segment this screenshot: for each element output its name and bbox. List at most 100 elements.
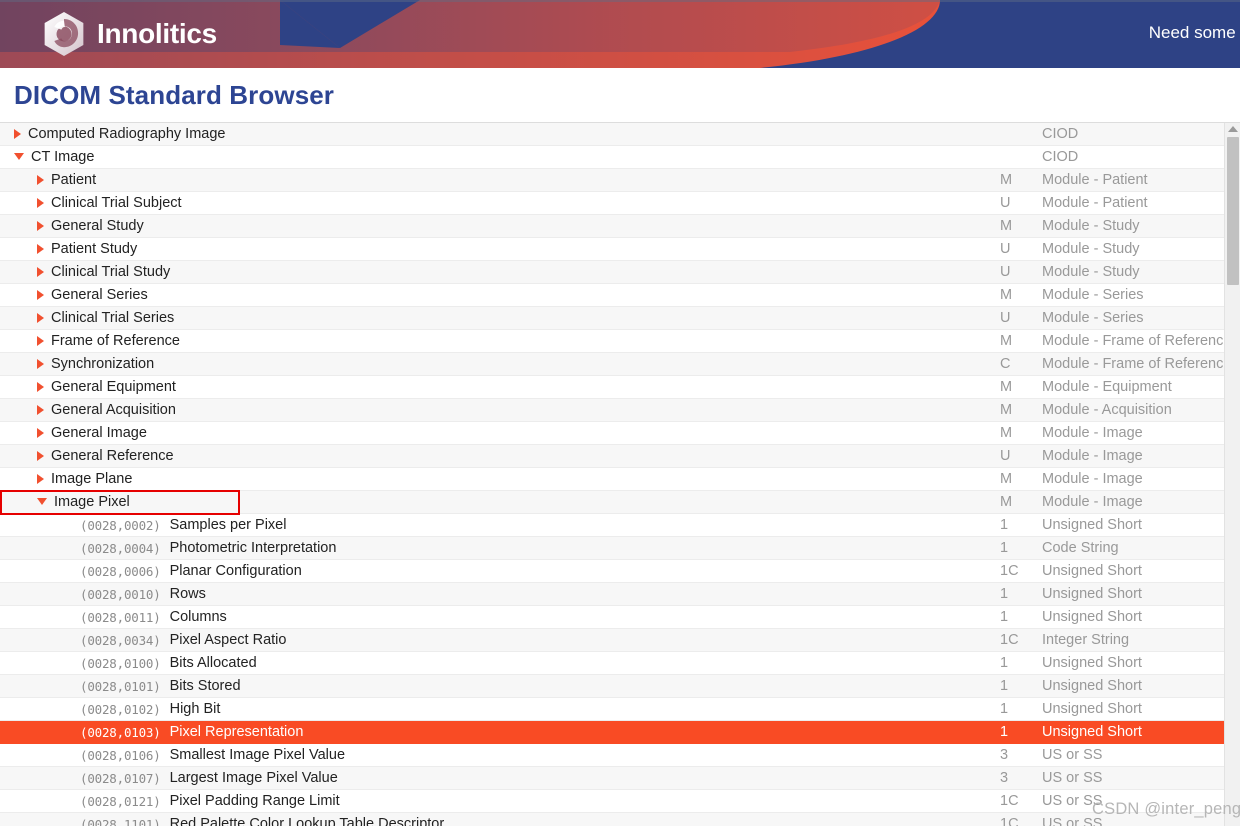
row-label: Largest Image Pixel Value	[169, 770, 338, 786]
row-type-cell: Module - Image	[1032, 490, 1224, 514]
row-usage-cell: M	[1000, 467, 1032, 491]
table-row[interactable]: General Acquisition M Module - Acquisition	[0, 398, 1224, 422]
row-usage-cell: C	[1000, 352, 1032, 376]
table-row[interactable]: Image Pixel M Module - Image	[0, 490, 1224, 514]
table-row[interactable]: Clinical Trial Study U Module - Study	[0, 260, 1224, 284]
row-usage-cell: 1C	[1000, 559, 1032, 583]
row-name-cell: Image Pixel	[0, 490, 1000, 514]
chevron-right-icon[interactable]	[37, 405, 44, 415]
row-usage-cell	[1000, 123, 1032, 146]
dicom-tag: (0028,0011)	[80, 609, 161, 625]
dicom-tree-body: Computed Radiography Image CIOD CT Image CI…	[0, 123, 1224, 826]
dicom-tag: (0028,0006)	[80, 563, 161, 579]
table-row[interactable]: (0028,0004) Photometric Interpretation 1 Co…	[0, 536, 1224, 560]
chevron-right-icon[interactable]	[37, 198, 44, 208]
chevron-right-icon[interactable]	[37, 359, 44, 369]
row-name-cell: General Image	[0, 421, 1000, 445]
chevron-right-icon[interactable]	[37, 221, 44, 231]
row-label: Computed Radiography Image	[28, 126, 226, 142]
chevron-down-icon[interactable]	[37, 498, 47, 505]
table-row[interactable]: CT Image CIOD	[0, 145, 1224, 169]
table-row[interactable]: (0028,0106) Smallest Image Pixel Value 3 US…	[0, 743, 1224, 767]
table-row[interactable]: (0028,0121) Pixel Padding Range Limit 1C US…	[0, 789, 1224, 813]
usage-value: 1	[1000, 701, 1009, 717]
table-row[interactable]: Synchronization C Module - Frame of Refere…	[0, 352, 1224, 376]
row-type-cell: Unsigned Short	[1032, 651, 1224, 675]
dicom-tree-container[interactable]: Computed Radiography Image CIOD CT Image CI…	[0, 123, 1240, 826]
table-row[interactable]: Frame of Reference M Module - Frame of Ref…	[0, 329, 1224, 353]
table-row[interactable]: Patient M Module - Patient	[0, 168, 1224, 192]
type-value: Unsigned Short	[1042, 517, 1142, 533]
table-row[interactable]: (0028,0002) Samples per Pixel 1 Unsigned Sh…	[0, 513, 1224, 537]
table-row[interactable]: Image Plane M Module - Image	[0, 467, 1224, 491]
table-row[interactable]: General Image M Module - Image	[0, 421, 1224, 445]
chevron-right-icon[interactable]	[37, 175, 44, 185]
row-type-cell: Module - Study	[1032, 214, 1224, 238]
row-name-cell: (0028,0034) Pixel Aspect Ratio	[0, 628, 1000, 652]
vertical-scrollbar[interactable]	[1224, 123, 1240, 826]
table-row[interactable]: General Series M Module - Series	[0, 283, 1224, 307]
table-row[interactable]: (0028,0101) Bits Stored 1 Unsigned Short	[0, 674, 1224, 698]
type-value: Module - Image	[1042, 494, 1143, 510]
table-row[interactable]: Computed Radiography Image CIOD	[0, 123, 1224, 146]
row-type-cell: Module - Acquisition	[1032, 398, 1224, 422]
usage-value: 1	[1000, 540, 1009, 556]
chevron-right-icon[interactable]	[37, 336, 44, 346]
row-usage-cell: M	[1000, 421, 1032, 445]
usage-value: 1	[1000, 724, 1009, 740]
chevron-right-icon[interactable]	[37, 451, 44, 461]
table-row[interactable]: (0028,0034) Pixel Aspect Ratio 1C Integer S…	[0, 628, 1224, 652]
table-row[interactable]: General Equipment M Module - Equipment	[0, 375, 1224, 399]
row-label: Columns	[169, 609, 227, 625]
innolitics-hexagon-logo-icon	[44, 12, 84, 56]
row-name-cell: Frame of Reference	[0, 329, 1000, 353]
chevron-right-icon[interactable]	[14, 129, 21, 139]
row-label: General Reference	[51, 448, 174, 464]
scroll-up-arrow-icon[interactable]	[1228, 126, 1238, 132]
need-help-link[interactable]: Need some help?	[1149, 23, 1240, 43]
row-name-cell: Clinical Trial Study	[0, 260, 1000, 284]
row-name-cell: (0028,0004) Photometric Interpretation	[0, 536, 1000, 560]
table-row[interactable]: General Reference U Module - Image	[0, 444, 1224, 468]
row-label: Image Pixel	[54, 494, 130, 510]
chevron-down-icon[interactable]	[14, 153, 24, 160]
chevron-right-icon[interactable]	[37, 290, 44, 300]
scrollbar-thumb[interactable]	[1227, 137, 1239, 285]
table-row[interactable]: (0028,0010) Rows 1 Unsigned Short	[0, 582, 1224, 606]
row-type-cell: Module - Study	[1032, 260, 1224, 284]
row-label: General Image	[51, 425, 147, 441]
row-type-cell: Module - Equipment	[1032, 375, 1224, 399]
row-label: Rows	[169, 586, 206, 602]
table-row[interactable]: (0028,0100) Bits Allocated 1 Unsigned Short	[0, 651, 1224, 675]
type-value: Module - Patient	[1042, 195, 1148, 211]
usage-value: M	[1000, 494, 1013, 510]
row-type-cell: Unsigned Short	[1032, 697, 1224, 721]
chevron-right-icon[interactable]	[37, 428, 44, 438]
chevron-right-icon[interactable]	[37, 382, 44, 392]
chevron-right-icon[interactable]	[37, 313, 44, 323]
chevron-right-icon[interactable]	[37, 474, 44, 484]
row-name-cell: General Reference	[0, 444, 1000, 468]
table-row[interactable]: Clinical Trial Series U Module - Series	[0, 306, 1224, 330]
row-name-cell: Patient Study	[0, 237, 1000, 261]
table-row[interactable]: (0028,0107) Largest Image Pixel Value 3 US …	[0, 766, 1224, 790]
row-name-cell: (0028,0107) Largest Image Pixel Value	[0, 766, 1000, 790]
table-row[interactable]: (0028,1101) Red Palette Color Lookup Tabl…	[0, 812, 1224, 826]
table-row[interactable]: General Study M Module - Study	[0, 214, 1224, 238]
table-row[interactable]: (0028,0103) Pixel Representation 1 Unsigned…	[0, 720, 1224, 744]
chevron-right-icon[interactable]	[37, 244, 44, 254]
brand[interactable]: Innolitics	[42, 11, 217, 57]
row-type-cell: Module - Image	[1032, 421, 1224, 445]
table-row[interactable]: (0028,0006) Planar Configuration 1C Unsigne…	[0, 559, 1224, 583]
chevron-right-icon[interactable]	[37, 267, 44, 277]
usage-value: M	[1000, 402, 1013, 418]
row-name-cell: General Series	[0, 283, 1000, 307]
table-row[interactable]: (0028,0011) Columns 1 Unsigned Short	[0, 605, 1224, 629]
row-usage-cell: 1	[1000, 674, 1032, 698]
row-type-cell: Module - Frame of Reference	[1032, 329, 1224, 353]
table-row[interactable]: (0028,0102) High Bit 1 Unsigned Short	[0, 697, 1224, 721]
dicom-tag: (0028,0002)	[80, 517, 161, 533]
table-row[interactable]: Patient Study U Module - Study	[0, 237, 1224, 261]
table-row[interactable]: Clinical Trial Subject U Module - Patient	[0, 191, 1224, 215]
row-type-cell: Unsigned Short	[1032, 674, 1224, 698]
